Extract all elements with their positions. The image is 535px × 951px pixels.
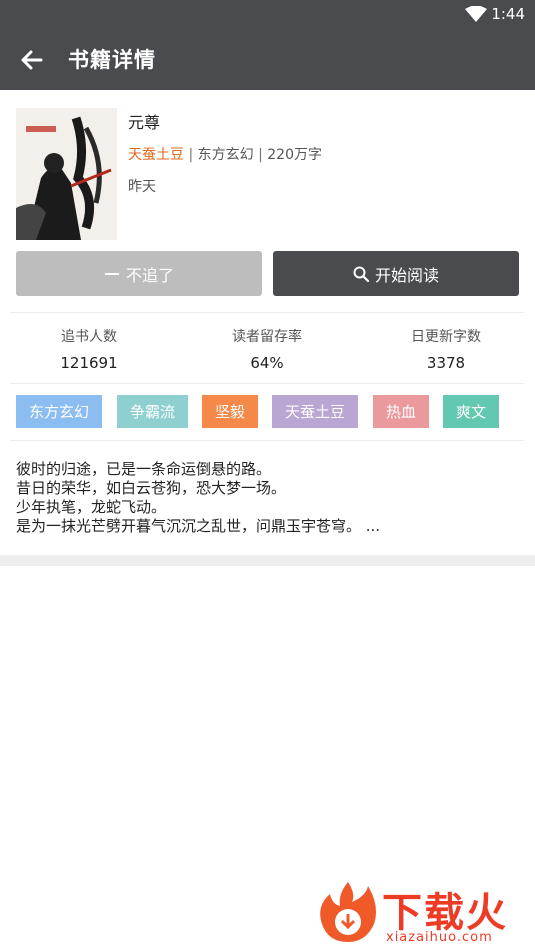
wifi-icon	[465, 6, 487, 22]
stat-label: 读者留存率	[232, 329, 302, 345]
flame-icon	[320, 882, 376, 942]
stat-value: 64%	[250, 354, 284, 372]
stat-retention: 读者留存率 64%	[178, 326, 356, 372]
start-reading-label: 开始阅读	[374, 265, 439, 285]
description-line: 少年执笔，龙蛇飞动。	[16, 498, 167, 516]
tag-chip[interactable]: 东方玄幻	[16, 395, 102, 428]
description-line: 彼时的归途，已是一条命运倒悬的路。	[16, 460, 272, 478]
status-time: 1:44	[491, 5, 525, 23]
arrow-left-icon[interactable]	[18, 46, 46, 74]
status-bar: 1:44	[0, 0, 535, 28]
stat-followers: 追书人数 121691	[0, 326, 178, 372]
section-separator	[0, 555, 535, 566]
divider	[10, 383, 524, 384]
divider	[10, 312, 524, 313]
start-reading-button[interactable]: 开始阅读	[273, 251, 519, 296]
search-icon	[353, 266, 369, 282]
meta-separator: |	[258, 147, 263, 163]
book-description[interactable]: 彼时的归途，已是一条命运倒悬的路。 昔日的荣华，如白云苍狗，恐大梦一场。 少年执…	[16, 460, 516, 536]
book-category: 东方玄幻	[197, 147, 254, 163]
stat-label: 追书人数	[61, 329, 117, 345]
stat-value: 121691	[60, 354, 118, 372]
book-word-count: 220万字	[267, 147, 322, 163]
stat-label: 日更新字数	[411, 329, 481, 345]
book-updated: 昨天	[128, 179, 156, 195]
stat-daily-words: 日更新字数 3378	[357, 326, 535, 372]
unfollow-label: 不追了	[125, 265, 174, 285]
book-cover-image	[16, 108, 117, 240]
tag-chip[interactable]: 天蚕土豆	[272, 395, 358, 428]
book-author-link[interactable]: 天蚕土豆	[128, 147, 184, 163]
minus-icon	[104, 266, 120, 282]
meta-separator: |	[188, 147, 194, 163]
tag-chip[interactable]: 爽文	[443, 395, 499, 428]
unfollow-button[interactable]: 不追了	[16, 251, 262, 296]
divider	[10, 440, 524, 441]
stat-value: 3378	[426, 354, 466, 372]
watermark-url: xiazaihuo.com	[386, 930, 493, 945]
description-line: 昔日的荣华，如白云苍狗，恐大梦一场。	[16, 479, 287, 497]
description-line: 是为一抹光芒劈开暮气沉沉之乱世，问鼎玉宇苍穹。 ...	[16, 517, 381, 535]
book-title: 元尊	[128, 113, 161, 132]
app-bar: 书籍详情	[0, 28, 535, 90]
watermark-logo: 下载火 xiazaihuo.com	[316, 880, 531, 946]
tag-chip[interactable]: 争霸流	[117, 395, 188, 428]
page-title: 书籍详情	[68, 48, 156, 72]
tag-chip[interactable]: 坚毅	[202, 395, 258, 428]
book-meta: 天蚕土豆 | 东方玄幻 | 220万字	[128, 144, 322, 164]
tag-chip[interactable]: 热血	[373, 395, 429, 428]
